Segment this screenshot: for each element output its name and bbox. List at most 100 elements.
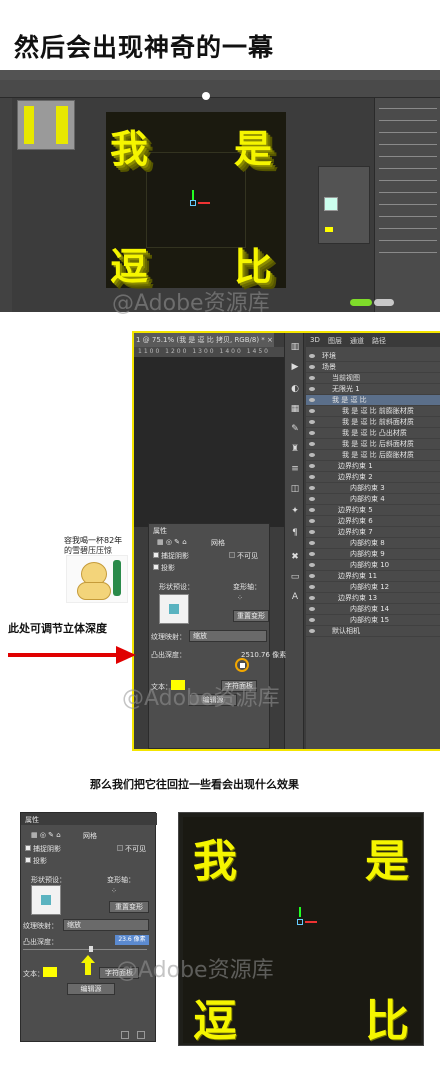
extrude-depth-value[interactable]: 23.6 像素 bbox=[115, 935, 149, 945]
layer-row[interactable]: 内部约束 8 bbox=[306, 538, 440, 549]
canvas-3d-scene bbox=[146, 152, 246, 248]
text-label: 文本： bbox=[23, 970, 44, 978]
catch-shadow-label: 捕捉阴影 bbox=[161, 552, 189, 560]
layer-row[interactable]: 内部约束 9 bbox=[306, 549, 440, 560]
catch-shadow-checkbox[interactable] bbox=[153, 552, 159, 558]
layer-row[interactable]: 边界约束 5 bbox=[306, 505, 440, 516]
shape-preset-thumb[interactable] bbox=[324, 197, 338, 211]
tab-channels[interactable]: 通道 bbox=[350, 336, 364, 346]
layer-row[interactable]: 边界约束 7 bbox=[306, 527, 440, 538]
layer-row[interactable]: 内部约束 4 bbox=[306, 494, 440, 505]
mesh-tab-label[interactable]: 网格 bbox=[211, 538, 225, 548]
photoshop-screenshot-1: 我 是 逗 比 bbox=[0, 70, 440, 312]
deform-axis-label: 变形轴： bbox=[233, 583, 261, 591]
shape-preset-picker[interactable] bbox=[31, 885, 61, 915]
edit-source-button[interactable]: 编辑源 bbox=[67, 983, 115, 995]
layer-row[interactable]: 场景 bbox=[306, 362, 440, 373]
catch-shadow-checkbox[interactable] bbox=[25, 845, 31, 851]
caption-2: 那么我们把它往回拉一些看会出现什么效果 bbox=[90, 778, 299, 791]
canvas-3d-text-flat[interactable]: 我 是 逗 比 bbox=[178, 812, 424, 1047]
layer-row[interactable]: 无限光 1 bbox=[306, 384, 440, 395]
text-color-swatch[interactable] bbox=[325, 227, 333, 232]
text-color-swatch[interactable] bbox=[43, 967, 57, 977]
gizmo-x-axis[interactable] bbox=[305, 921, 317, 923]
tools-icon[interactable]: ✖ bbox=[289, 551, 301, 563]
texture-map-select[interactable]: 缩放 bbox=[63, 919, 149, 931]
layers-panel-small bbox=[374, 98, 440, 312]
status-pill bbox=[350, 299, 372, 306]
cast-shadow-checkbox[interactable] bbox=[153, 564, 159, 570]
layer-row[interactable]: 边界约束 1 bbox=[306, 461, 440, 472]
layer-row[interactable]: 边界约束 11 bbox=[306, 571, 440, 582]
gizmo-x-axis[interactable] bbox=[198, 202, 210, 204]
extrude-slider-handle[interactable] bbox=[89, 946, 93, 952]
tab-3d[interactable]: 3D bbox=[310, 336, 320, 344]
info-icon[interactable]: ✦ bbox=[289, 505, 301, 517]
actions-icon[interactable]: ▶ bbox=[289, 361, 301, 373]
layer-row[interactable]: 我 是 逗 比 后膨胀材质 bbox=[306, 450, 440, 461]
gizmo-y-axis[interactable] bbox=[299, 907, 301, 917]
extrude-depth-value[interactable]: 2510.76 像素 bbox=[241, 650, 286, 660]
shape-preset-picker[interactable] bbox=[159, 594, 189, 624]
document-tab[interactable]: 1 @ 75.1% (我 是 逗 比 拷贝, RGB/8) * × bbox=[134, 333, 274, 347]
extrude-slider-track[interactable] bbox=[23, 949, 147, 950]
clone-icon[interactable]: ♜ bbox=[289, 443, 301, 455]
layer-row[interactable]: 内部约束 14 bbox=[306, 604, 440, 615]
layer-row[interactable]: 我 是 逗 比 后斜面材质 bbox=[306, 439, 440, 450]
deform-axis-icon[interactable]: ⁘ bbox=[237, 594, 243, 602]
layer-row[interactable]: 环境 bbox=[306, 351, 440, 362]
layer-row[interactable]: 当前视图 bbox=[306, 373, 440, 384]
catch-shadow-label: 捕捉阴影 bbox=[33, 845, 61, 853]
layer-row[interactable]: 我 是 逗 比 前斜面材质 bbox=[306, 417, 440, 428]
watermark: @Adobe资源库 bbox=[122, 686, 280, 711]
history-icon[interactable]: ▥ bbox=[289, 341, 301, 353]
reset-deform-button[interactable]: 重置变形 bbox=[233, 610, 269, 622]
canvas-3d-text[interactable]: 我 是 逗 比 bbox=[106, 112, 286, 289]
layer-row[interactable]: 边界约束 6 bbox=[306, 516, 440, 527]
shape-preset-label: 形状预设： bbox=[159, 583, 194, 591]
styles-icon[interactable]: ◫ bbox=[289, 483, 301, 495]
layer-row[interactable]: 边界约束 2 bbox=[306, 472, 440, 483]
texture-map-select[interactable]: 缩放 bbox=[189, 630, 267, 642]
layer-row[interactable]: 默认相机 bbox=[306, 626, 440, 637]
deform-axis-icon[interactable]: ⁘ bbox=[111, 887, 117, 895]
timeline-icon[interactable]: ▭ bbox=[289, 571, 301, 583]
layer-row-selected[interactable]: 我 是 逗 比 bbox=[306, 395, 440, 406]
extrude-slider-handle[interactable] bbox=[240, 663, 245, 668]
layer-row[interactable]: 内部约束 10 bbox=[306, 560, 440, 571]
close-icon[interactable] bbox=[202, 92, 210, 100]
canvas-area[interactable] bbox=[134, 357, 284, 527]
gizmo-center[interactable] bbox=[190, 200, 196, 206]
color-icon[interactable]: ◐ bbox=[289, 383, 301, 395]
mesh-tab-icons[interactable]: ▦ ◎ ✎ ⌂ bbox=[31, 831, 61, 839]
layer-row[interactable]: 内部约束 3 bbox=[306, 483, 440, 494]
layer-row[interactable]: 边界约束 13 bbox=[306, 593, 440, 604]
layer-row[interactable]: 我 是 逗 比 凸出材质 bbox=[306, 428, 440, 439]
brush-icon[interactable]: ✎ bbox=[289, 423, 301, 435]
char-icon[interactable]: A bbox=[289, 591, 301, 603]
reset-deform-button[interactable]: 重置变形 bbox=[109, 901, 149, 913]
cast-shadow-checkbox[interactable] bbox=[25, 857, 31, 863]
tab-layers[interactable]: 图层 bbox=[328, 336, 342, 346]
layer-row[interactable]: 我 是 逗 比 前膨胀材质 bbox=[306, 406, 440, 417]
side-label: 此处可调节立体深度 bbox=[8, 622, 107, 635]
para-icon[interactable]: ¶ bbox=[289, 527, 301, 539]
shape-preset-label: 形状预设： bbox=[31, 876, 66, 884]
canvas-char-1: 我 bbox=[110, 126, 149, 171]
gizmo-center[interactable] bbox=[297, 919, 303, 925]
layer-row[interactable]: 内部约束 15 bbox=[306, 615, 440, 626]
trash-icon[interactable] bbox=[137, 1031, 145, 1039]
invisible-checkbox[interactable] bbox=[229, 552, 235, 558]
mesh-tab-icons[interactable]: ▦ ◎ ✎ ⌂ bbox=[157, 538, 187, 546]
panel-footer-icon[interactable] bbox=[121, 1031, 129, 1039]
invisible-checkbox[interactable] bbox=[117, 845, 123, 851]
swatches-icon[interactable]: ▦ bbox=[289, 403, 301, 415]
panel-dock-icons: ▥ ▶ ◐ ▦ ✎ ♜ ≡ ◫ ✦ ¶ ✖ ▭ A bbox=[284, 333, 304, 749]
gizmo-y-axis[interactable] bbox=[192, 190, 194, 200]
adjust-icon[interactable]: ≡ bbox=[289, 463, 301, 475]
mesh-tab-label[interactable]: 网格 bbox=[83, 831, 97, 841]
invisible-label: 不可见 bbox=[125, 845, 146, 853]
layer-row[interactable]: 内部约束 12 bbox=[306, 582, 440, 593]
properties-panel-small bbox=[318, 166, 370, 244]
tab-paths[interactable]: 路径 bbox=[372, 336, 386, 346]
